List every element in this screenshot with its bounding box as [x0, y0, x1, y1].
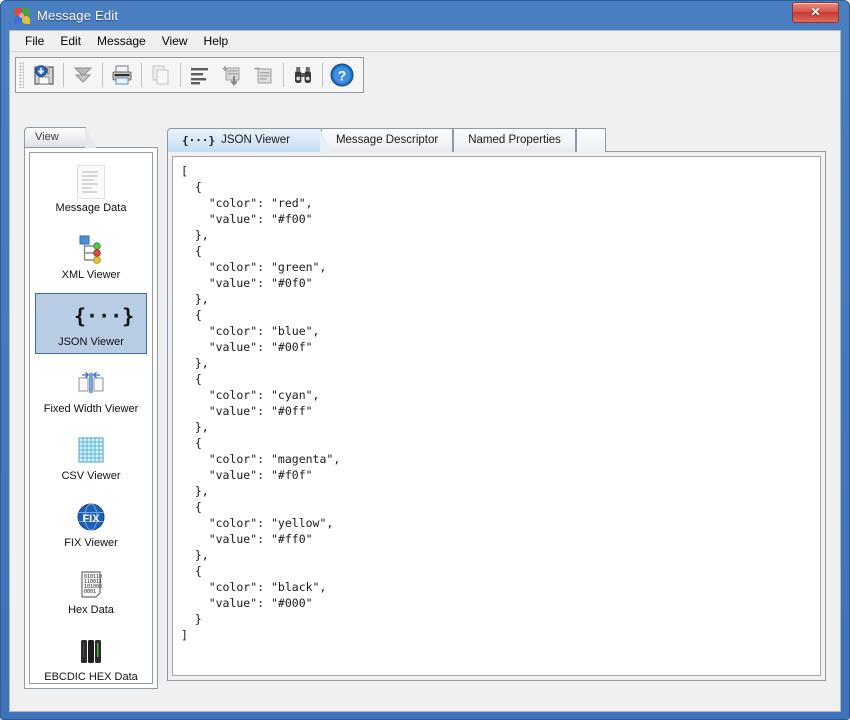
format-lines-icon — [191, 68, 208, 85]
toolbar-separator — [63, 63, 64, 87]
toolbar-container: ? — [10, 52, 840, 99]
save-icon — [34, 65, 54, 85]
sidebar-tab-row: View — [24, 127, 158, 148]
main-split: View Message Data XML Viewer {···} JSON … — [10, 127, 840, 711]
json-viewer-scroll-area[interactable]: [ { "color": "red", "value": "#f00" }, {… — [172, 156, 821, 676]
tab-message-descriptor[interactable]: Message Descriptor — [320, 128, 454, 152]
tab-label: JSON Viewer — [221, 134, 290, 146]
toolbar-separator — [141, 63, 142, 87]
svg-text:?: ? — [338, 68, 347, 84]
menu-edit[interactable]: Edit — [52, 32, 89, 51]
remove-item-button[interactable] — [248, 59, 280, 91]
svg-text:0001: 0001 — [84, 589, 96, 595]
sidebar-item-label: XML Viewer — [61, 269, 121, 281]
csv-grid-icon — [74, 433, 108, 467]
menu-bar: File Edit Message View Help — [10, 31, 840, 52]
fixed-width-icon — [74, 366, 108, 400]
sidebar-item-hex-data[interactable]: 010110 110011 101000 0001 Hex Data — [35, 561, 147, 622]
sidebar-item-label: Hex Data — [68, 604, 114, 616]
document-icon — [74, 165, 108, 199]
view-sidebar-panel: View Message Data XML Viewer {···} JSON … — [24, 127, 158, 711]
application-window: Message Edit ✕ File Edit Message View He… — [0, 0, 850, 720]
sidebar-item-label: CSV Viewer — [61, 470, 121, 482]
help-icon: ? — [330, 63, 354, 87]
title-bar: Message Edit ✕ — [9, 1, 841, 30]
menu-message[interactable]: Message — [89, 32, 154, 51]
toolbar: ? — [15, 57, 364, 93]
fix-globe-icon: FIX — [74, 500, 108, 534]
sidebar-list: Message Data XML Viewer {···} JSON Viewe… — [29, 152, 153, 684]
sidebar-item-json-viewer[interactable]: {···} JSON Viewer — [35, 293, 147, 354]
content-tab-row: {···} JSON Viewer Message Descriptor Nam… — [167, 127, 826, 153]
xml-tree-icon — [74, 232, 108, 266]
menu-view[interactable]: View — [154, 32, 196, 51]
sidebar-item-label: Message Data — [55, 202, 127, 214]
save-button[interactable] — [28, 59, 60, 91]
toolbar-separator — [322, 63, 323, 87]
copy-icon — [152, 65, 169, 85]
find-icon — [295, 67, 311, 83]
toolbar-separator — [102, 63, 103, 87]
print-icon — [112, 65, 132, 85]
add-item-icon — [222, 66, 240, 86]
ebcdic-hex-icon — [74, 634, 108, 668]
print-button[interactable] — [106, 59, 138, 91]
menu-file[interactable]: File — [17, 32, 52, 51]
tab-json-viewer[interactable]: {···} JSON Viewer — [167, 128, 332, 153]
content-body: [ { "color": "red", "value": "#f00" }, {… — [167, 152, 826, 681]
pinwheel-icon — [13, 7, 31, 25]
client-area: File Edit Message View Help ? View Messa… — [9, 30, 841, 712]
json-document-text: [ { "color": "red", "value": "#f00" }, {… — [181, 164, 341, 642]
collapse-all-icon — [73, 67, 93, 83]
tab-row-filler — [605, 127, 826, 152]
sidebar-item-label: Fixed Width Viewer — [43, 403, 139, 415]
fix-globe-label: FIX — [82, 513, 100, 525]
collapse-all-button[interactable] — [67, 59, 99, 91]
sidebar-item-xml-viewer[interactable]: XML Viewer — [35, 226, 147, 287]
sidebar-item-label: JSON Viewer — [58, 336, 124, 348]
sidebar-item-label: EBCDIC HEX Data — [44, 671, 138, 683]
tab-overflow-stub — [575, 128, 606, 152]
sidebar-item-message-data[interactable]: Message Data — [35, 159, 147, 220]
hex-data-icon: 010110 110011 101000 0001 — [74, 567, 108, 601]
sidebar-item-csv-viewer[interactable]: CSV Viewer — [35, 427, 147, 488]
help-button[interactable]: ? — [326, 59, 358, 91]
window-title: Message Edit — [37, 8, 119, 23]
menu-help[interactable]: Help — [196, 32, 237, 51]
json-braces-icon: {···} — [74, 304, 135, 328]
tab-view[interactable]: View — [24, 127, 96, 148]
sidebar-item-fix-viewer[interactable]: FIX FIX Viewer — [35, 494, 147, 555]
sidebar-body: Message Data XML Viewer {···} JSON Viewe… — [24, 147, 158, 689]
close-button[interactable]: ✕ — [792, 2, 839, 23]
format-lines-button[interactable] — [184, 59, 216, 91]
copy-button[interactable] — [145, 59, 177, 91]
toolbar-separator — [180, 63, 181, 87]
add-item-button[interactable] — [216, 59, 248, 91]
remove-item-icon — [254, 67, 272, 84]
sidebar-item-label: FIX Viewer — [64, 537, 118, 549]
toolbar-separator — [283, 63, 284, 87]
json-braces-icon: {···} — [182, 134, 216, 147]
tab-named-properties[interactable]: Named Properties — [453, 128, 576, 152]
content-panel: {···} JSON Viewer Message Descriptor Nam… — [167, 127, 826, 711]
toolbar-grip[interactable] — [19, 62, 24, 88]
sidebar-item-fixed-width-viewer[interactable]: Fixed Width Viewer — [35, 360, 147, 421]
find-button[interactable] — [287, 59, 319, 91]
sidebar-item-ebcdic-hex-data[interactable]: EBCDIC HEX Data — [35, 628, 147, 683]
